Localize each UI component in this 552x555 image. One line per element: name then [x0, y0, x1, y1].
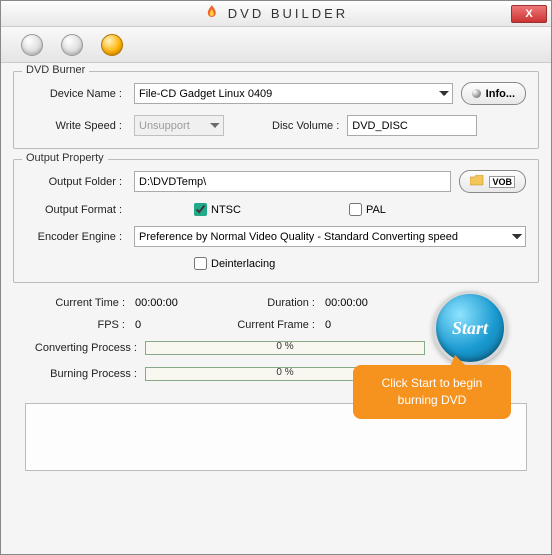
flame-icon — [204, 4, 220, 23]
current-time-value: 00:00:00 — [135, 297, 235, 309]
titlebar: DVD BUILDER X — [1, 1, 551, 27]
pal-checkbox[interactable] — [349, 203, 362, 216]
write-speed-select: Unsupport — [134, 115, 224, 136]
content: DVD Burner Device Name : File-CD Gadget … — [1, 63, 551, 483]
window-title-wrap: DVD BUILDER — [204, 4, 348, 23]
fps-label: FPS : — [25, 319, 125, 331]
disc-volume-label: Disc Volume : — [272, 120, 339, 132]
deinterlace-checkbox[interactable] — [194, 257, 207, 270]
toolbar — [1, 27, 551, 63]
output-folder-label: Output Folder : — [26, 176, 126, 188]
step-orb-3[interactable] — [101, 34, 123, 56]
disc-icon — [472, 89, 481, 98]
info-button[interactable]: Info... — [461, 82, 526, 105]
output-property-group: Output Property Output Folder : VOB Outp… — [13, 159, 539, 283]
converting-pct: 0 % — [146, 341, 424, 352]
close-button[interactable]: X — [511, 5, 547, 23]
vob-button[interactable]: VOB — [459, 170, 526, 193]
write-speed-label: Write Speed : — [26, 120, 126, 132]
converting-progress: 0 % — [145, 341, 425, 355]
vob-button-label: VOB — [489, 176, 515, 188]
callout-tooltip: Click Start to begin burning DVD — [353, 365, 511, 419]
ntsc-checkbox-wrap[interactable]: NTSC — [194, 203, 241, 216]
step-orb-2[interactable] — [61, 34, 83, 56]
disc-volume-input[interactable] — [347, 115, 477, 136]
app-window: DVD BUILDER X DVD Burner Device Name : F… — [0, 0, 552, 555]
status-panel: Current Time : 00:00:00 Duration : 00:00… — [13, 293, 539, 401]
duration-label: Duration : — [235, 297, 315, 309]
current-time-label: Current Time : — [25, 297, 125, 309]
fps-value: 0 — [135, 319, 235, 331]
start-button-label: Start — [452, 318, 488, 339]
pal-label: PAL — [366, 204, 386, 216]
encoder-engine-select[interactable]: Preference by Normal Video Quality - Sta… — [134, 226, 526, 247]
burning-process-label: Burning Process : — [25, 368, 145, 380]
device-name-label: Device Name : — [26, 88, 126, 100]
pal-checkbox-wrap[interactable]: PAL — [349, 203, 386, 216]
current-frame-label: Current Frame : — [235, 319, 315, 331]
deinterlace-checkbox-wrap[interactable]: Deinterlacing — [194, 257, 275, 270]
ntsc-label: NTSC — [211, 204, 241, 216]
ntsc-checkbox[interactable] — [194, 203, 207, 216]
close-icon: X — [525, 8, 532, 20]
output-property-legend: Output Property — [22, 152, 108, 164]
deinterlace-label: Deinterlacing — [211, 258, 275, 270]
duration-value: 00:00:00 — [325, 297, 425, 309]
encoder-engine-label: Encoder Engine : — [26, 231, 126, 243]
start-button[interactable]: Start — [433, 291, 507, 365]
current-frame-value: 0 — [325, 319, 425, 331]
dvd-burner-legend: DVD Burner — [22, 64, 89, 76]
output-folder-input[interactable] — [134, 171, 451, 192]
converting-process-label: Converting Process : — [25, 342, 145, 354]
folder-icon — [470, 175, 484, 189]
device-name-select[interactable]: File-CD Gadget Linux 0409 — [134, 83, 453, 104]
step-orb-1[interactable] — [21, 34, 43, 56]
output-format-label: Output Format : — [26, 204, 126, 216]
info-button-label: Info... — [486, 88, 515, 100]
dvd-burner-group: DVD Burner Device Name : File-CD Gadget … — [13, 71, 539, 149]
window-title: DVD BUILDER — [228, 6, 348, 21]
